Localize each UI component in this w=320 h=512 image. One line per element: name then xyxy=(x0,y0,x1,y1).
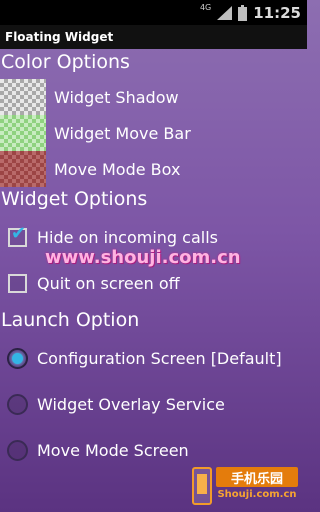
configuration-screen-row[interactable]: Configuration Screen [Default] xyxy=(0,339,307,377)
widget-shadow-label: Widget Shadow xyxy=(54,87,179,107)
configuration-screen-label: Configuration Screen [Default] xyxy=(37,348,282,368)
widget-shadow-swatch[interactable] xyxy=(0,79,46,115)
widget-overlay-service-label: Widget Overlay Service xyxy=(37,394,225,414)
color-options-header: Color Options xyxy=(1,51,130,73)
widget-move-bar-swatch[interactable] xyxy=(0,115,46,151)
quit-on-screen-off-row[interactable]: Quit on screen off xyxy=(0,264,307,302)
app-title: Floating Widget xyxy=(5,30,114,44)
check-icon: ✔ xyxy=(11,222,27,244)
launch-option-header: Launch Option xyxy=(1,309,140,331)
hide-on-incoming-calls-label: Hide on incoming calls xyxy=(37,227,218,247)
widget-overlay-service-radio[interactable] xyxy=(7,393,28,415)
widget-move-bar-label: Widget Move Bar xyxy=(54,123,191,143)
configuration-screen-radio[interactable] xyxy=(7,347,28,369)
battery-icon xyxy=(238,4,248,21)
watermark-logo-cn: 手机乐园 xyxy=(216,467,298,487)
watermark-logo-en: Shouji.com.cn xyxy=(217,489,297,500)
clock: 11:25 xyxy=(253,3,301,22)
move-mode-screen-row[interactable]: Move Mode Screen xyxy=(0,431,307,469)
watermark-url: www.shouji.com.cn xyxy=(45,247,241,268)
widget-move-bar-row[interactable]: Widget Move Bar xyxy=(0,115,307,151)
quit-on-screen-off-label: Quit on screen off xyxy=(37,273,180,293)
network-type: 4G xyxy=(199,3,212,12)
settings-content: Color Options Widget Shadow Widget Move … xyxy=(0,49,307,512)
move-mode-box-swatch[interactable] xyxy=(0,151,46,187)
widget-overlay-service-row[interactable]: Widget Overlay Service xyxy=(0,385,307,423)
radio-selected-dot xyxy=(12,352,23,364)
move-mode-box-row[interactable]: Move Mode Box xyxy=(0,151,307,187)
signal-icon xyxy=(217,5,233,20)
status-bar: 4G 11:25 xyxy=(0,0,307,25)
phone-icon xyxy=(192,467,212,505)
title-bar: Floating Widget xyxy=(0,25,307,49)
quit-on-screen-off-checkbox[interactable] xyxy=(8,273,27,293)
move-mode-box-label: Move Mode Box xyxy=(54,159,181,179)
watermark-logo: 手机乐园 Shouji.com.cn xyxy=(192,465,302,509)
status-icons: 4G 11:25 xyxy=(200,0,301,25)
move-mode-screen-radio[interactable] xyxy=(7,439,28,461)
widget-options-header: Widget Options xyxy=(1,188,148,210)
widget-shadow-row[interactable]: Widget Shadow xyxy=(0,79,307,115)
move-mode-screen-label: Move Mode Screen xyxy=(37,440,189,460)
hide-on-incoming-calls-checkbox[interactable]: ✔ xyxy=(8,222,27,247)
